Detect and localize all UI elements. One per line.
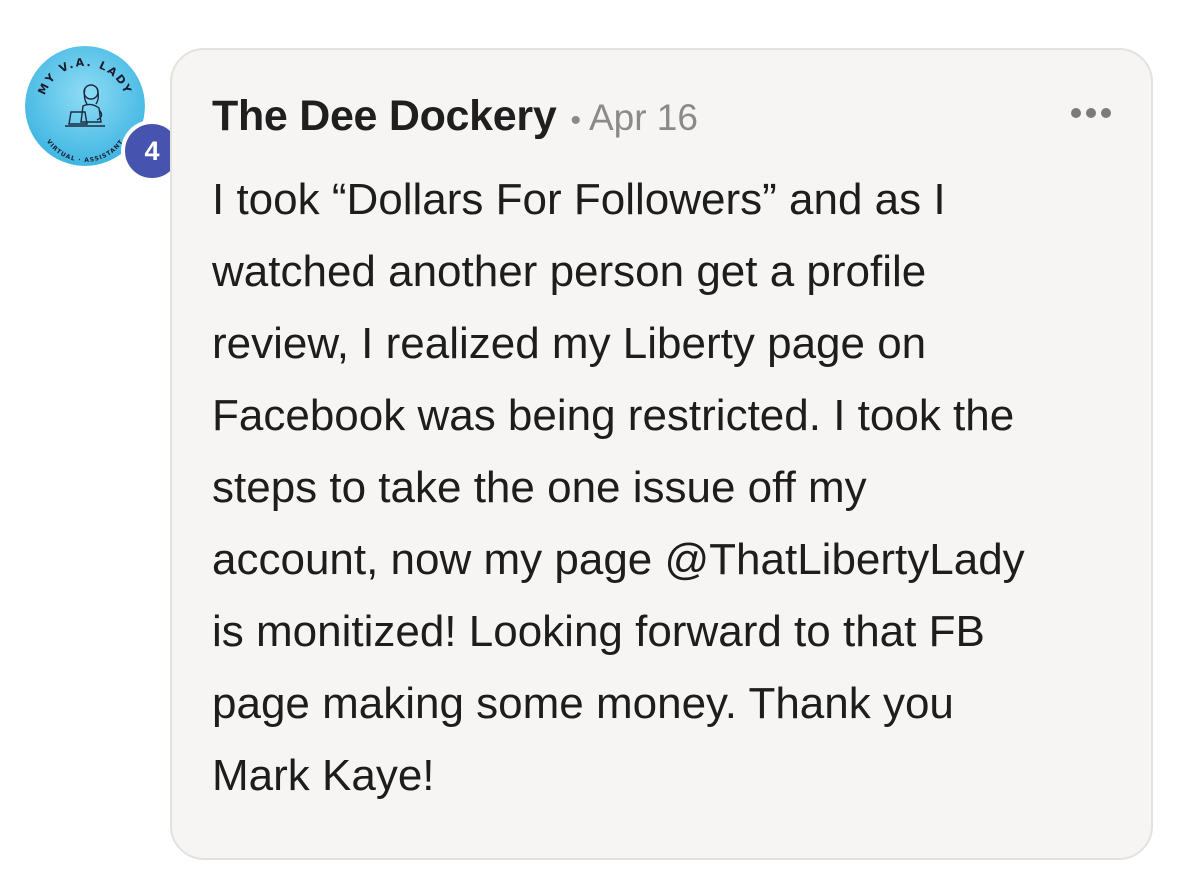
author-avatar-container[interactable]: MY V.A. LADY VIRTUAL · ASSISTANT 4 [25, 46, 183, 182]
comment-card: The Dee Dockery • Apr 16 I took “Dollars… [170, 48, 1153, 860]
comment-line: page making some money. Thank you [212, 679, 954, 728]
comment-body: I took “Dollars For Followers” and as I … [212, 164, 1122, 812]
comment-line: Facebook was being restricted. I took th… [212, 391, 1015, 440]
more-horizontal-icon [1101, 108, 1111, 118]
header-separator: • [570, 104, 581, 137]
more-horizontal-icon [1086, 108, 1096, 118]
comment-line: account, now my page @ThatLibertyLady [212, 535, 1025, 584]
comment-line: steps to take the one issue off my [212, 463, 867, 512]
comment-line: I took “Dollars For Followers” and as I [212, 175, 946, 224]
comment-line: review, I realized my Liberty page on [212, 319, 927, 368]
more-horizontal-icon [1071, 108, 1081, 118]
post-date[interactable]: Apr 16 [589, 97, 698, 139]
comment-line: is monitized! Looking forward to that FB [212, 607, 985, 656]
more-options-button[interactable] [1071, 102, 1111, 124]
comment-header: The Dee Dockery • Apr 16 [212, 92, 698, 141]
comment-line: watched another person get a profile [212, 247, 927, 296]
comment-line: Mark Kaye! [212, 751, 435, 800]
author-name[interactable]: The Dee Dockery [212, 92, 557, 141]
